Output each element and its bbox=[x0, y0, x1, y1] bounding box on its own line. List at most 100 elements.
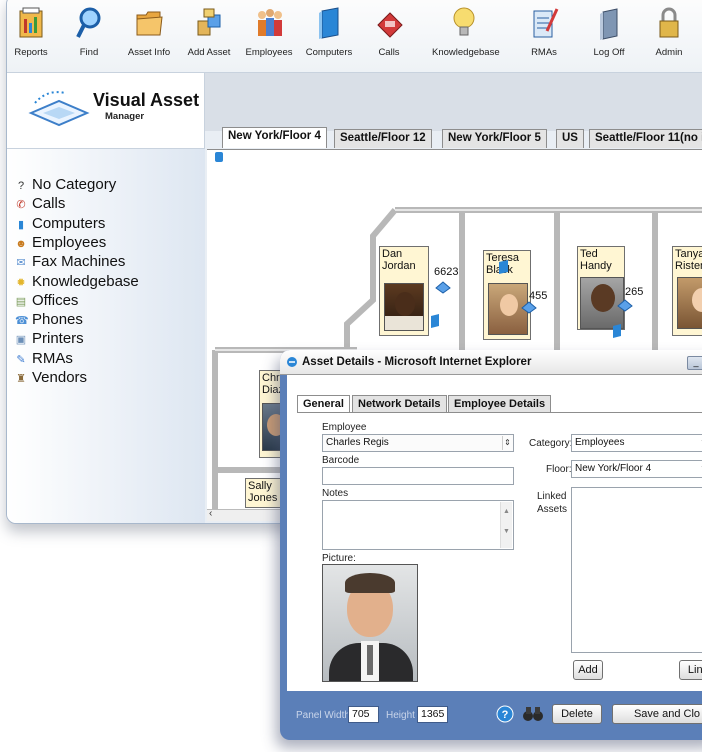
employee-last-name: Jordan bbox=[382, 260, 416, 272]
sidebar-item-phones[interactable]: ☎ Phones bbox=[15, 311, 83, 328]
admin-button[interactable]: Admin bbox=[637, 5, 701, 58]
calls-button[interactable]: Calls bbox=[357, 5, 421, 58]
linked-label: Linked bbox=[537, 491, 567, 502]
notepad-icon bbox=[533, 8, 559, 38]
find-button[interactable]: Find bbox=[57, 5, 121, 58]
employees-label: Employees bbox=[245, 47, 293, 58]
sidebar-item-label: Calls bbox=[32, 195, 66, 213]
employee-photo bbox=[384, 283, 424, 331]
category-label: Category: bbox=[529, 438, 573, 449]
sidebar-item-vendors[interactable]: ♜ Vendors bbox=[15, 369, 87, 386]
stepper-icon[interactable]: ⇕ bbox=[502, 436, 512, 450]
rmas-button[interactable]: RMAs bbox=[512, 5, 576, 58]
asset-info-label: Asset Info bbox=[127, 47, 171, 58]
phone-extension: 265 bbox=[625, 286, 644, 298]
sidebar-item-offices[interactable]: ▤ Offices bbox=[15, 292, 79, 309]
log-off-button[interactable]: Log Off bbox=[577, 5, 641, 58]
sidebar-item-no-category[interactable]: ? No Category bbox=[15, 176, 116, 193]
category-select[interactable]: Employees ▼ bbox=[571, 434, 702, 452]
sidebar-item-label: Printers bbox=[32, 330, 84, 348]
phones-icon: ☎ bbox=[15, 315, 29, 328]
employee-card[interactable]: Dan Jordan bbox=[379, 246, 429, 336]
dialog-body: General Network Details Employee Details… bbox=[287, 375, 702, 691]
calls-icon: ✆ bbox=[16, 199, 26, 212]
browser-icon bbox=[287, 357, 297, 367]
sidebar-item-printers[interactable]: ▣ Printers bbox=[15, 330, 84, 347]
save-and-close-button[interactable]: Save and Clo bbox=[612, 704, 702, 724]
sidebar-item-computers[interactable]: ▮ Computers bbox=[15, 215, 105, 232]
minimize-button[interactable]: _ bbox=[687, 356, 702, 370]
floor-label: Floor: bbox=[546, 464, 572, 475]
linked-assets-list[interactable] bbox=[571, 487, 702, 653]
printers-icon: ▣ bbox=[15, 334, 27, 347]
notes-label: Notes bbox=[322, 488, 349, 499]
svg-text:?: ? bbox=[502, 709, 509, 721]
sidebar-item-label: RMAs bbox=[32, 349, 73, 367]
reports-button[interactable]: Reports bbox=[7, 5, 63, 58]
knowledgebase-icon: ✹ bbox=[16, 276, 26, 289]
dialog-titlebar[interactable]: Asset Details - Microsoft Internet Explo… bbox=[280, 350, 702, 375]
link-button[interactable]: Link bbox=[679, 660, 702, 680]
employee-last-name: Jones bbox=[248, 492, 278, 504]
computers-button[interactable]: Computers bbox=[297, 5, 361, 58]
tab-network-details[interactable]: Network Details bbox=[352, 395, 447, 412]
delete-button[interactable]: Delete bbox=[552, 704, 602, 724]
computer-icon[interactable] bbox=[497, 260, 511, 274]
padlock-icon bbox=[659, 7, 679, 38]
employee-field[interactable]: Charles Regis ⇕ bbox=[322, 434, 514, 452]
tab-employee-details[interactable]: Employee Details bbox=[448, 395, 552, 412]
barcode-field[interactable] bbox=[322, 467, 514, 485]
employee-card[interactable]: Ted Handy bbox=[577, 246, 625, 330]
find-label: Find bbox=[79, 47, 99, 58]
height-field[interactable]: 1365 bbox=[417, 706, 448, 723]
tab-seattle-floor-11[interactable]: Seattle/Floor 11(no i bbox=[589, 129, 702, 148]
employees-button[interactable]: Employees bbox=[237, 5, 301, 58]
fax-machines-icon: ✉ bbox=[16, 257, 26, 270]
tab-us[interactable]: US bbox=[556, 129, 584, 148]
tab-new-york-floor-4[interactable]: New York/Floor 4 bbox=[222, 127, 327, 148]
add-asset-button[interactable]: Add Asset bbox=[177, 5, 241, 58]
phone-icon[interactable] bbox=[617, 298, 633, 312]
binoculars-icon[interactable] bbox=[522, 705, 544, 723]
assets-label: Assets bbox=[537, 504, 568, 515]
picture-label: Picture: bbox=[322, 553, 356, 564]
calls-label: Calls bbox=[378, 47, 400, 58]
computer-icon[interactable] bbox=[611, 324, 623, 338]
computers-label: Computers bbox=[305, 47, 353, 58]
tab-new-york-floor-5[interactable]: New York/Floor 5 bbox=[442, 129, 547, 148]
knowledgebase-button[interactable]: Knowledgebase bbox=[432, 5, 500, 58]
notes-textarea[interactable]: ▲ ▼ bbox=[322, 500, 514, 550]
add-button[interactable]: Add bbox=[573, 660, 603, 680]
employee-first-name: Sally bbox=[248, 480, 272, 492]
dialog-title: Asset Details - Microsoft Internet Explo… bbox=[302, 356, 532, 368]
vendors-icon: ♜ bbox=[16, 373, 26, 385]
floor-select[interactable]: New York/Floor 4 ▼ bbox=[571, 460, 702, 478]
sidebar-item-employees[interactable]: ☻ Employees bbox=[15, 234, 106, 251]
header-band bbox=[205, 73, 702, 131]
sidebar-item-fax-machines[interactable]: ✉ Fax Machines bbox=[15, 253, 125, 270]
category-value: Employees bbox=[575, 437, 625, 448]
sidebar-item-calls[interactable]: ✆ Calls bbox=[15, 195, 65, 212]
employee-card[interactable]: Tanya Risten bbox=[672, 246, 702, 336]
logo-emblem-icon bbox=[28, 91, 90, 127]
employee-label: Employee bbox=[322, 422, 367, 433]
scroll-left-icon[interactable]: ‹ bbox=[209, 508, 212, 519]
computer-icon[interactable] bbox=[429, 314, 441, 328]
employee-photo bbox=[677, 277, 702, 329]
asset-info-button[interactable]: Asset Info bbox=[117, 5, 181, 58]
help-icon[interactable]: ? bbox=[496, 705, 514, 723]
panel-width-field[interactable]: 705 bbox=[348, 706, 379, 723]
phone-icon[interactable] bbox=[435, 280, 451, 294]
tab-general[interactable]: General bbox=[297, 395, 350, 412]
employee-picture bbox=[322, 564, 418, 682]
phone-icon[interactable] bbox=[521, 300, 537, 314]
sidebar-item-rmas[interactable]: ✎ RMAs bbox=[15, 349, 73, 367]
tab-seattle-floor-12[interactable]: Seattle/Floor 12 bbox=[334, 129, 432, 148]
notes-scrollbar[interactable]: ▲ ▼ bbox=[500, 502, 512, 548]
sidebar-item-knowledgebase[interactable]: ✹ Knowledgebase bbox=[15, 273, 138, 290]
employee-card[interactable]: Sally Jones bbox=[245, 478, 285, 508]
sidebar-item-label: Vendors bbox=[32, 369, 88, 386]
employee-first-name: Ted bbox=[580, 248, 598, 260]
add-asset-icon bbox=[197, 8, 221, 36]
sidebar-item-label: Computers bbox=[32, 214, 106, 232]
